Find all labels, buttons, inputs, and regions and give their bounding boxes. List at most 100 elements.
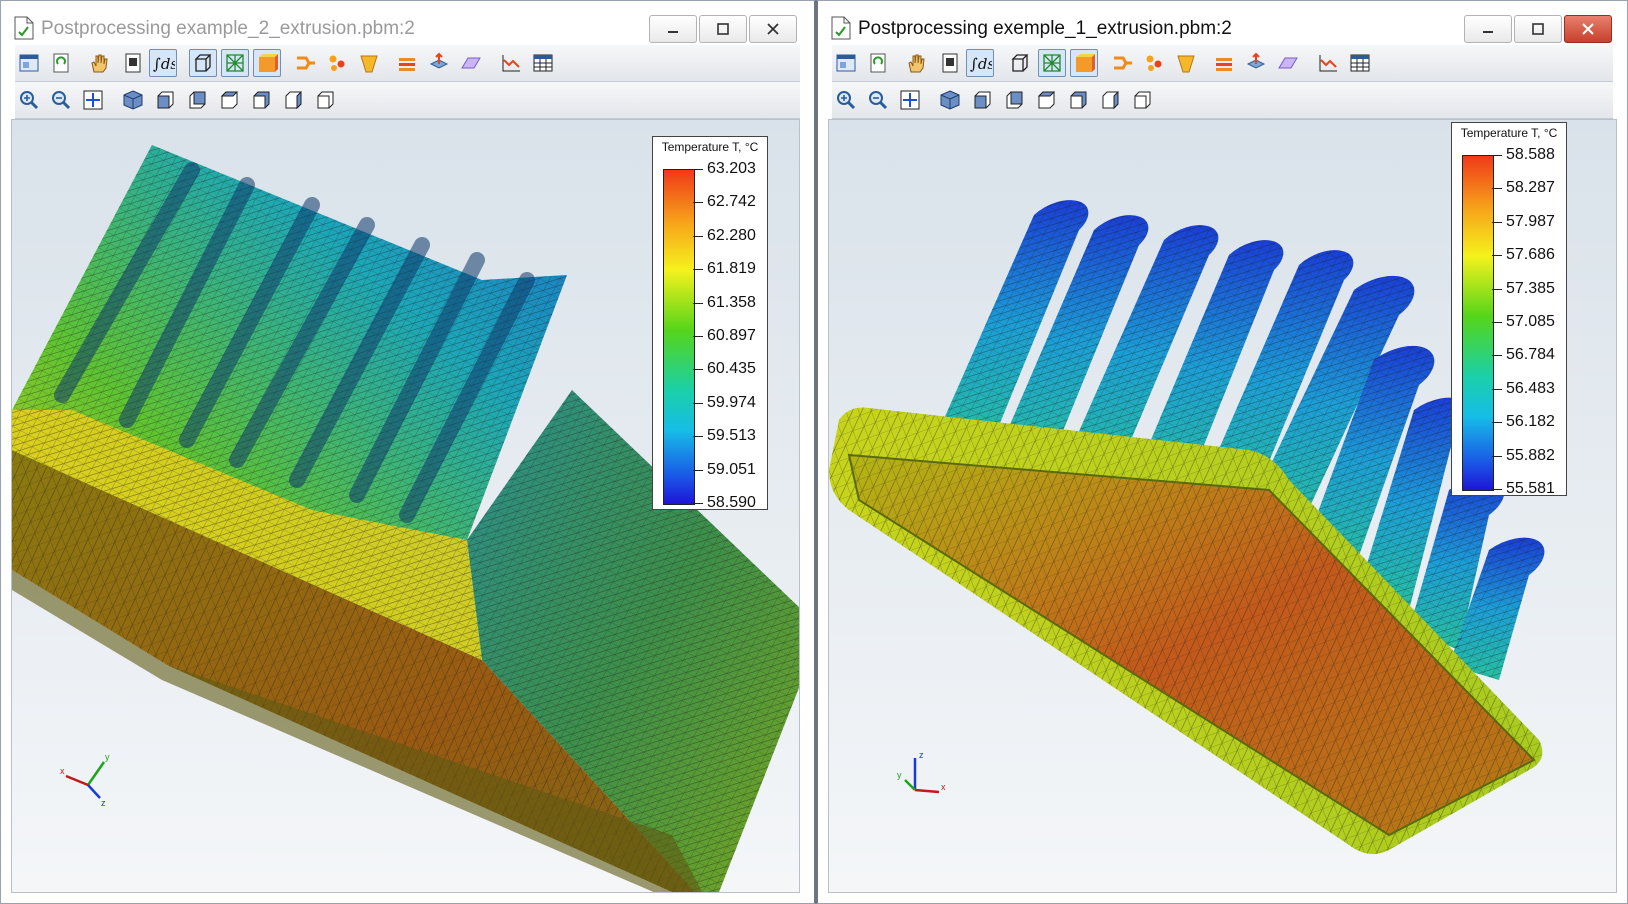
legend-value: 61.358 bbox=[707, 293, 756, 311]
top-view-icon bbox=[220, 91, 239, 109]
zoom-out-button[interactable] bbox=[47, 86, 75, 114]
axis-z-label: z bbox=[919, 750, 924, 760]
pan-button[interactable] bbox=[902, 49, 930, 77]
pan-icon bbox=[91, 54, 108, 73]
right-view-icon bbox=[317, 91, 334, 109]
postprocessing-window-exemple-1[interactable]: Postprocessing exemple_1_extrusion.pbm:2… bbox=[816, 0, 1628, 904]
bottom-view-icon bbox=[1070, 91, 1087, 109]
svg-text:∫ds: ∫ds bbox=[153, 55, 175, 73]
view-button[interactable] bbox=[832, 49, 860, 77]
legend-value: 56.483 bbox=[1506, 379, 1555, 397]
back-view-button[interactable] bbox=[183, 86, 211, 114]
maximize-button[interactable] bbox=[1514, 15, 1562, 43]
table-button[interactable] bbox=[1346, 49, 1374, 77]
front-view-button[interactable] bbox=[151, 86, 179, 114]
left-view-button[interactable] bbox=[279, 86, 307, 114]
pan-button[interactable] bbox=[85, 49, 113, 77]
legend-tick bbox=[693, 369, 703, 371]
iso-view-icon bbox=[940, 90, 960, 110]
iso-view-button[interactable] bbox=[936, 86, 964, 114]
postprocessing-window-example-2[interactable]: Postprocessing example_2_extrusion.pbm:2… bbox=[0, 0, 816, 904]
export-button[interactable] bbox=[425, 49, 453, 77]
minimize-button[interactable] bbox=[649, 15, 697, 43]
zoom-in-icon bbox=[837, 91, 856, 110]
title-bar[interactable]: Postprocessing example_2_extrusion.pbm:2 bbox=[1, 1, 814, 45]
view-button[interactable] bbox=[15, 49, 43, 77]
zoom-in-button[interactable] bbox=[15, 86, 43, 114]
zoom-out-button[interactable] bbox=[864, 86, 892, 114]
points-button[interactable] bbox=[323, 49, 351, 77]
fit-all-button[interactable] bbox=[79, 86, 107, 114]
bottom-view-icon bbox=[253, 91, 270, 109]
close-button[interactable] bbox=[749, 15, 797, 43]
integral-ds-button[interactable]: ∫ds bbox=[966, 49, 994, 77]
legend-tick bbox=[1492, 255, 1502, 257]
right-view-button[interactable] bbox=[1128, 86, 1156, 114]
legend-tick bbox=[1492, 489, 1502, 490]
close-button[interactable] bbox=[1564, 15, 1612, 43]
bottom-view-button[interactable] bbox=[247, 86, 275, 114]
legend-value: 59.974 bbox=[707, 393, 756, 411]
back-view-button[interactable] bbox=[1000, 86, 1028, 114]
legend-value: 57.085 bbox=[1506, 313, 1555, 330]
shaded-button[interactable] bbox=[1070, 49, 1098, 77]
document-icon bbox=[14, 16, 34, 40]
filter-button[interactable] bbox=[355, 49, 383, 77]
top-view-button[interactable] bbox=[1032, 86, 1060, 114]
filter-button[interactable] bbox=[1172, 49, 1200, 77]
table-button[interactable] bbox=[529, 49, 557, 77]
mesh-button[interactable] bbox=[1038, 49, 1066, 77]
axis-x-label: x bbox=[60, 766, 65, 776]
plane-button[interactable] bbox=[457, 49, 485, 77]
points-button[interactable] bbox=[1140, 49, 1168, 77]
chart-button[interactable] bbox=[497, 49, 525, 77]
wireframe-button[interactable] bbox=[1006, 49, 1034, 77]
export-icon bbox=[1246, 52, 1266, 69]
main-toolbar: ∫ds bbox=[832, 45, 1613, 82]
legend-tick bbox=[693, 302, 703, 304]
minimize-button[interactable] bbox=[1464, 15, 1512, 43]
layers-button[interactable] bbox=[1210, 49, 1238, 77]
3d-viewport[interactable]: Temperature T, °C 63.203 62.742 62.280 61.8… bbox=[11, 119, 800, 893]
chart-button[interactable] bbox=[1314, 49, 1342, 77]
front-view-button[interactable] bbox=[968, 86, 996, 114]
window-title: Postprocessing exemple_1_extrusion.pbm:2 bbox=[858, 18, 1232, 39]
flow-button[interactable] bbox=[291, 49, 319, 77]
right-view-button[interactable] bbox=[311, 86, 339, 114]
shaded-button[interactable] bbox=[253, 49, 281, 77]
layers-icon bbox=[399, 58, 415, 71]
left-view-button[interactable] bbox=[1096, 86, 1124, 114]
pan-icon bbox=[908, 54, 925, 73]
plane-button[interactable] bbox=[1274, 49, 1302, 77]
legend-color-bar bbox=[1462, 155, 1494, 491]
refresh-button[interactable] bbox=[864, 49, 892, 77]
shaded-icon bbox=[259, 54, 278, 72]
top-view-button[interactable] bbox=[215, 86, 243, 114]
wireframe-button[interactable] bbox=[189, 49, 217, 77]
legend-title: Temperature T, °C bbox=[661, 140, 759, 154]
legend-tick bbox=[1492, 288, 1502, 290]
legend-tick bbox=[1492, 188, 1502, 190]
flow-icon bbox=[297, 56, 315, 70]
flow-button[interactable] bbox=[1108, 49, 1136, 77]
mesh-button[interactable] bbox=[221, 49, 249, 77]
integral-ds-button[interactable]: ∫ds bbox=[149, 49, 177, 77]
iso-view-button[interactable] bbox=[119, 86, 147, 114]
view-icon bbox=[836, 54, 856, 72]
title-bar[interactable]: Postprocessing exemple_1_extrusion.pbm:2 bbox=[818, 1, 1627, 45]
front-view-icon bbox=[974, 91, 991, 109]
document-button[interactable] bbox=[119, 49, 147, 77]
legend-value: 56.784 bbox=[1506, 346, 1555, 364]
refresh-button[interactable] bbox=[47, 49, 75, 77]
document-button[interactable] bbox=[936, 49, 964, 77]
fit-all-button[interactable] bbox=[896, 86, 924, 114]
layers-button[interactable] bbox=[393, 49, 421, 77]
zoom-in-button[interactable] bbox=[832, 86, 860, 114]
maximize-button[interactable] bbox=[699, 15, 747, 43]
3d-viewport[interactable]: Temperature T, °C 58.588 58.287 57.987 57.6… bbox=[828, 119, 1617, 893]
axis-triad: z x y bbox=[897, 750, 946, 794]
bottom-view-button[interactable] bbox=[1064, 86, 1092, 114]
back-view-icon bbox=[1006, 91, 1023, 109]
legend-tick bbox=[1492, 221, 1502, 223]
export-button[interactable] bbox=[1242, 49, 1270, 77]
